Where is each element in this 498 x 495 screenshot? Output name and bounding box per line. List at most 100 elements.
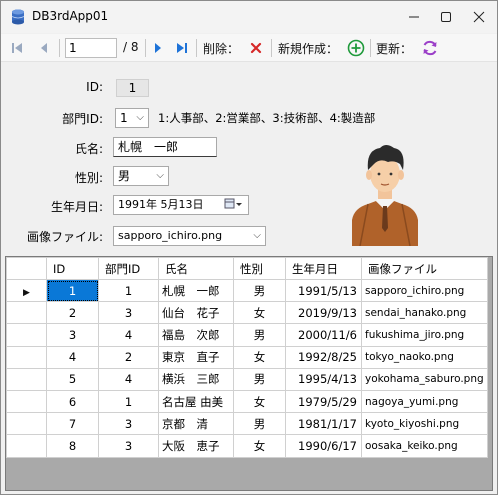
cell-name[interactable]: 東京 直子 <box>158 345 234 369</box>
table-row[interactable]: 7 3 京都 清男 1981/1/17 kyoto_kiyoshi.png <box>6 412 488 436</box>
cell-gender[interactable]: 女 <box>233 389 286 414</box>
cell-birthdate[interactable]: 2019/9/13 <box>285 301 362 325</box>
row-header[interactable]: ▶ <box>6 278 47 303</box>
cell-name[interactable]: 札幌 一郎 <box>158 278 234 303</box>
cell-name[interactable]: 横浜 三郎 <box>158 367 234 391</box>
table-row[interactable]: 4 2 東京 直子女 1992/8/25 tokyo_naoko.png <box>6 345 488 369</box>
row-header[interactable] <box>6 367 47 391</box>
table-row[interactable]: 6 1 名古屋 由美女 1979/5/29 nagoya_yumi.png <box>6 389 488 414</box>
cell-id[interactable]: 7 <box>46 412 99 436</box>
cell-image-file[interactable]: tokyo_naoko.png <box>361 345 488 369</box>
name-textbox[interactable]: 札幌 一郎 <box>113 137 217 157</box>
cell-gender[interactable]: 男 <box>233 323 286 347</box>
row-header[interactable] <box>6 434 47 458</box>
cell-dept-id[interactable]: 1 <box>98 278 159 303</box>
cell-birthdate[interactable]: 1990/6/17 <box>285 434 362 458</box>
table-row[interactable]: 2 3 仙台 花子女 2019/9/13 sendai_hanako.png <box>6 301 488 325</box>
table-row[interactable]: ▶ 1 1 札幌 一郎男 1991/5/13 sapporo_ichiro.png <box>6 278 488 303</box>
dept-combobox[interactable]: 1 ⌵ <box>115 108 149 128</box>
cell-name[interactable]: 仙台 花子 <box>158 301 234 325</box>
cell-dept-id[interactable]: 4 <box>98 323 159 347</box>
row-header[interactable] <box>6 323 47 347</box>
gender-combobox[interactable]: 男 ⌵ <box>113 166 169 186</box>
cell-dept-id[interactable]: 4 <box>98 367 159 391</box>
cell-gender[interactable]: 男 <box>233 412 286 436</box>
refresh-button[interactable] <box>419 38 441 58</box>
table-row[interactable]: 5 4 横浜 三郎男 1995/4/13 yokohama_saburo.png <box>6 367 488 391</box>
app-window: DB3rdApp01 1 / 8 削除： 新規作成： 更新： ID: 1 部門I… <box>0 0 498 495</box>
gender-label: 性別: <box>74 171 103 185</box>
cell-image-file[interactable]: oosaka_keiko.png <box>361 434 488 458</box>
cell-image-file[interactable]: kyoto_kiyoshi.png <box>361 412 488 436</box>
move-next-button[interactable] <box>149 38 167 58</box>
dept-combobox-value: 1 <box>120 111 128 125</box>
cell-dept-id[interactable]: 3 <box>98 301 159 325</box>
column-header-name[interactable]: 氏名 <box>158 257 234 280</box>
cell-gender[interactable]: 女 <box>233 345 286 369</box>
cell-image-file[interactable]: sendai_hanako.png <box>361 301 488 325</box>
chevron-down-icon: ⌵ <box>136 112 144 123</box>
maximize-button[interactable] <box>431 1 461 33</box>
minimize-button[interactable] <box>399 1 429 33</box>
cell-image-file[interactable]: fukushima_jiro.png <box>361 323 488 347</box>
employee-datagrid[interactable]: ID 部門ID 氏名 性別 生年月日 画像ファイル ▶ 1 1 札幌 一郎男 1991/… <box>5 256 493 491</box>
row-header[interactable] <box>6 389 47 414</box>
calendar-dropdown-icon <box>224 197 244 218</box>
birth-datepicker[interactable]: 1991年 5月13日 <box>113 195 249 215</box>
column-header-birthdate[interactable]: 生年月日 <box>285 257 362 280</box>
cell-birthdate[interactable]: 1995/4/13 <box>285 367 362 391</box>
refresh-icon <box>423 40 437 56</box>
move-first-button[interactable] <box>7 38 27 58</box>
close-icon <box>473 11 485 23</box>
cell-birthdate[interactable]: 1979/5/29 <box>285 389 362 414</box>
cell-gender[interactable]: 女 <box>233 301 286 325</box>
cell-name[interactable]: 名古屋 由美 <box>158 389 234 414</box>
move-next-icon <box>155 43 161 53</box>
table-row[interactable]: 8 3 大阪 恵子女 1990/6/17 oosaka_keiko.png <box>6 434 488 458</box>
cell-name[interactable]: 福島 次郎 <box>158 323 234 347</box>
row-header[interactable] <box>6 345 47 369</box>
position-input[interactable]: 1 <box>65 38 117 58</box>
row-header[interactable] <box>6 412 47 436</box>
move-previous-button[interactable] <box>34 38 54 58</box>
row-header[interactable] <box>6 301 47 325</box>
move-last-button[interactable] <box>172 38 192 58</box>
image-file-combobox[interactable]: sapporo_ichiro.png ⌵ <box>113 226 266 246</box>
cell-birthdate[interactable]: 1991/5/13 <box>285 278 362 303</box>
cell-id[interactable]: 4 <box>46 345 99 369</box>
image-file-combobox-value: sapporo_ichiro.png <box>118 229 223 242</box>
cell-id[interactable]: 3 <box>46 323 99 347</box>
cell-image-file[interactable]: nagoya_yumi.png <box>361 389 488 414</box>
column-header-image-file[interactable]: 画像ファイル <box>361 257 488 280</box>
cell-id[interactable]: 2 <box>46 301 99 325</box>
cell-gender[interactable]: 男 <box>233 367 286 391</box>
cell-id[interactable]: 5 <box>46 367 99 391</box>
cell-dept-id[interactable]: 2 <box>98 345 159 369</box>
cell-id[interactable]: 6 <box>46 389 99 414</box>
cell-gender[interactable]: 女 <box>233 434 286 458</box>
cell-dept-id[interactable]: 1 <box>98 389 159 414</box>
column-header-gender[interactable]: 性別 <box>233 257 286 280</box>
cell-name[interactable]: 大阪 恵子 <box>158 434 234 458</box>
new-label: 新規作成： <box>278 42 339 56</box>
cell-birthdate[interactable]: 2000/11/6 <box>285 323 362 347</box>
cell-birthdate[interactable]: 1981/1/17 <box>285 412 362 436</box>
cell-gender[interactable]: 男 <box>233 278 286 303</box>
close-button[interactable] <box>464 1 494 33</box>
cell-dept-id[interactable]: 3 <box>98 434 159 458</box>
cell-id[interactable]: 1 <box>46 278 99 303</box>
delete-button[interactable] <box>246 38 266 58</box>
delete-label: 削除： <box>203 42 240 56</box>
cell-image-file[interactable]: sapporo_ichiro.png <box>361 278 488 303</box>
table-row[interactable]: 3 4 福島 次郎男 2000/11/6 fukushima_jiro.png <box>6 323 488 347</box>
cell-birthdate[interactable]: 1992/8/25 <box>285 345 362 369</box>
column-header-dept-id[interactable]: 部門ID <box>98 257 159 280</box>
cell-id[interactable]: 8 <box>46 434 99 458</box>
cell-dept-id[interactable]: 3 <box>98 412 159 436</box>
birth-label: 生年月日: <box>50 200 103 214</box>
cell-name[interactable]: 京都 清 <box>158 412 234 436</box>
add-new-button[interactable] <box>345 38 367 58</box>
toolbar-separator <box>370 39 371 57</box>
cell-image-file[interactable]: yokohama_saburo.png <box>361 367 488 391</box>
column-header-id[interactable]: ID <box>46 257 99 280</box>
